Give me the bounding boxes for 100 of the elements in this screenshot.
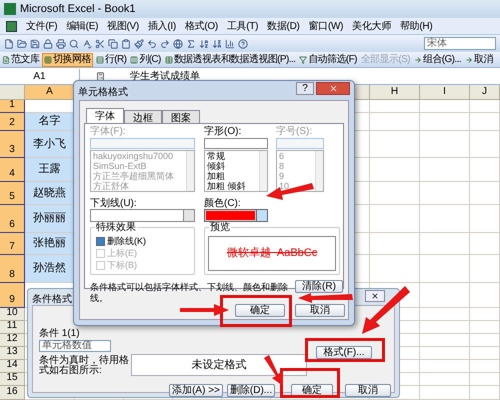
list-item[interactable]: 常规 — [207, 151, 258, 161]
toolbar-button[interactable]: 组合(G)... — [412, 52, 462, 66]
arrow-right-icon — [464, 56, 473, 64]
cut-icon[interactable] — [95, 38, 105, 48]
toolbar-button[interactable]: 切换网格 — [42, 52, 93, 66]
row-header[interactable]: 12 — [0, 334, 25, 347]
undo-icon[interactable] — [147, 38, 157, 48]
ok-button[interactable]: 确定 — [235, 304, 285, 317]
toolbar-button[interactable]: 取消 — [464, 52, 494, 66]
grid-cell — [470, 255, 500, 283]
grid-cell — [470, 334, 500, 347]
menu-item[interactable]: 帮助(H) — [400, 18, 432, 34]
format-button[interactable]: 格式(F)... — [316, 346, 372, 359]
delete-button[interactable]: 删除(D)... — [227, 384, 275, 397]
help-icon[interactable] — [238, 38, 248, 48]
row-header[interactable]: 6 — [0, 205, 25, 233]
column-header[interactable]: H — [370, 85, 420, 100]
menu-item[interactable]: 美化大师 — [352, 18, 391, 34]
column-header[interactable]: J — [470, 85, 500, 100]
globe-icon[interactable] — [173, 38, 183, 48]
text-field[interactable] — [90, 138, 195, 149]
row-header[interactable]: 9 — [0, 283, 25, 308]
sort-ascending-icon[interactable] — [199, 38, 209, 48]
redo-icon[interactable] — [160, 38, 170, 48]
menu-item[interactable]: 文件(F) — [26, 18, 58, 34]
lock-icon[interactable] — [43, 38, 53, 48]
calculator-icon[interactable] — [96, 72, 104, 80]
close-button[interactable] — [365, 290, 385, 302]
toolbar-button[interactable]: 行(R) — [94, 52, 128, 66]
close-button[interactable] — [316, 82, 350, 95]
menu-item[interactable]: 视图(V) — [107, 18, 139, 34]
menu-item[interactable]: 格式(O) — [184, 18, 218, 34]
row-header[interactable]: 13 — [0, 347, 25, 360]
save-icon[interactable] — [30, 38, 40, 48]
grid-cell — [470, 283, 500, 308]
chart-icon[interactable] — [225, 38, 235, 48]
menu-item[interactable]: 数据(D) — [267, 18, 300, 34]
grid-cell — [470, 158, 500, 182]
underline-dropdown[interactable] — [90, 209, 195, 222]
clear-button[interactable]: 清除(R) — [295, 280, 343, 293]
grid-cell — [470, 233, 500, 255]
row-header[interactable]: 8 — [0, 255, 25, 283]
toolbar-button[interactable]: 数据透视表和数据透视图(P)... — [164, 52, 296, 66]
menu-item[interactable]: 编辑(E) — [66, 18, 98, 34]
scroll-bar[interactable] — [259, 151, 267, 191]
print-preview-icon[interactable] — [69, 38, 79, 48]
toolbar-button[interactable]: 范文库 — [1, 52, 40, 66]
list-item[interactable]: 倾斜 — [207, 161, 258, 171]
cancel-button[interactable]: 取消 — [345, 384, 391, 397]
format-painter-icon[interactable] — [134, 38, 144, 48]
text-field[interactable] — [276, 138, 324, 149]
checkbox[interactable] — [96, 237, 105, 246]
list-box[interactable]: 常规 倾斜 加粗 加粗 倾斜 — [204, 150, 268, 192]
grid-cell — [470, 308, 500, 321]
font-name-field[interactable]: 宋体 — [424, 37, 496, 50]
sum-icon[interactable] — [186, 38, 196, 48]
field-label: 颜色(C): — [204, 196, 241, 211]
menu-item[interactable]: 窗口(W) — [308, 18, 344, 34]
workbook-icon[interactable] — [6, 20, 17, 32]
row-header[interactable]: 2 — [0, 113, 25, 131]
toolbar-button[interactable]: 自动筛选(F) — [298, 52, 358, 66]
spell-check-icon[interactable] — [82, 38, 92, 48]
menu-item[interactable]: 插入(I) — [148, 18, 176, 34]
scroll-bar[interactable] — [315, 151, 323, 191]
row-header[interactable]: 7 — [0, 233, 25, 255]
row-header[interactable]: 11 — [0, 321, 25, 334]
text-field[interactable] — [204, 138, 268, 149]
column-header[interactable]: A — [25, 85, 75, 100]
menu-item[interactable]: 工具(T) — [226, 18, 258, 34]
row-header[interactable]: 5 — [0, 182, 25, 205]
scroll-bar[interactable] — [186, 151, 194, 191]
list-item[interactable]: 加粗 倾斜 — [207, 181, 258, 191]
add-button[interactable]: 添加(A) >> — [169, 384, 223, 397]
cancel-button[interactable]: 取消 — [295, 304, 345, 317]
condition-true-label: 条件为真时，待用格式如右图所示: — [39, 356, 129, 376]
sort-descending-icon[interactable] — [212, 38, 222, 48]
row-header[interactable]: 3 — [0, 131, 25, 158]
help-button[interactable]: ? — [296, 82, 314, 95]
row-header[interactable]: 4 — [0, 158, 25, 182]
row-header[interactable]: 15 — [0, 373, 25, 386]
arrow-right-icon — [414, 56, 422, 64]
folder-icon[interactable] — [17, 38, 27, 48]
dialog-tab[interactable]: 字体 — [86, 108, 124, 123]
grid-cell — [370, 100, 420, 113]
color-dropdown[interactable] — [204, 209, 268, 222]
row-header[interactable]: 14 — [0, 360, 25, 373]
grid-cell — [370, 233, 420, 255]
caret-icon — [183, 210, 194, 221]
paste-icon[interactable] — [121, 38, 131, 48]
printer-icon[interactable] — [56, 38, 66, 48]
row-header[interactable]: 1 — [0, 100, 25, 113]
copy-icon[interactable] — [108, 38, 118, 48]
operand-dropdown[interactable]: 单元格数值 — [39, 340, 111, 352]
toolbar-button[interactable]: 列(C) — [129, 52, 162, 66]
column-header[interactable]: I — [420, 85, 470, 100]
row-header[interactable]: 16 — [0, 386, 25, 400]
row-header[interactable]: 10 — [0, 308, 25, 321]
list-item[interactable]: 加粗 — [207, 171, 258, 181]
close-icon — [328, 84, 338, 93]
new-file-icon[interactable] — [4, 38, 14, 48]
